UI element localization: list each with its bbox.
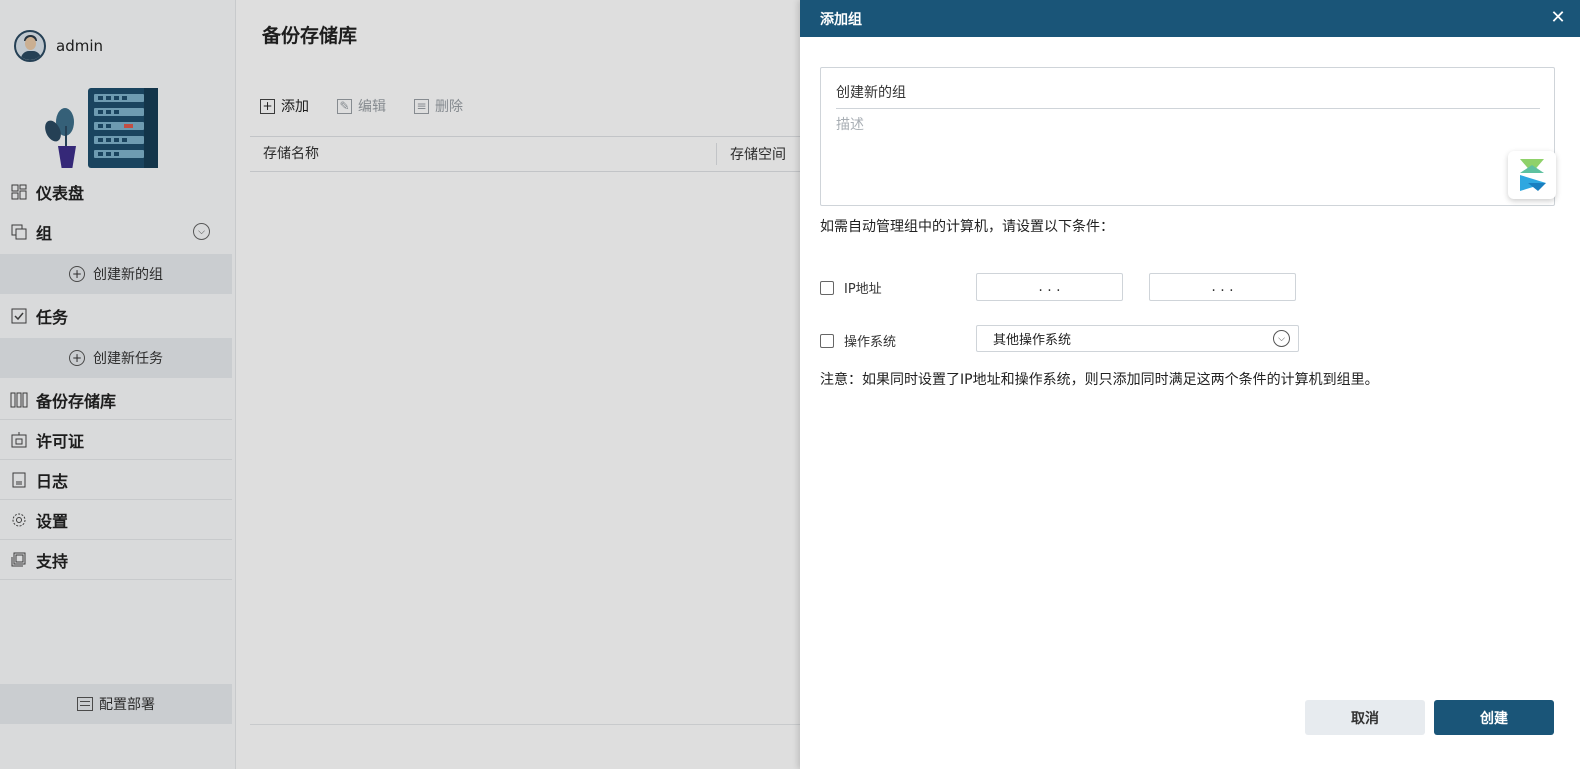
close-icon[interactable]: ✕ xyxy=(1548,8,1568,28)
description-input[interactable] xyxy=(836,114,1540,194)
ip-label: IP地址 xyxy=(844,282,882,297)
group-name-input[interactable] xyxy=(836,76,1540,109)
os-label: 操作系统 xyxy=(844,335,897,350)
ip-from-input[interactable]: . . . xyxy=(976,273,1123,301)
os-condition-row: 操作系统 xyxy=(820,331,977,350)
os-select[interactable]: 其他操作系统 ⌵ xyxy=(976,325,1299,352)
note-text: 注意：如果同时设置了IP地址和操作系统，则只添加同时满足这两个条件的计算机到组里… xyxy=(820,372,1379,388)
create-button[interactable]: 创建 xyxy=(1434,700,1554,735)
ip-to-input[interactable]: . . . xyxy=(1149,273,1296,301)
modal-backdrop[interactable] xyxy=(0,0,800,769)
chevron-down-icon: ⌵ xyxy=(1273,330,1290,347)
dialog-header: 添加组 ✕ xyxy=(800,0,1580,37)
ip-condition-row: IP地址 xyxy=(820,278,977,297)
dialog-title: 添加组 xyxy=(820,11,862,28)
os-selected-value: 其他操作系统 xyxy=(993,333,1072,348)
group-info-box xyxy=(820,67,1555,206)
cancel-button[interactable]: 取消 xyxy=(1305,700,1425,735)
os-checkbox[interactable] xyxy=(820,333,834,348)
add-group-dialog: 添加组 ✕ 如需自动管理组中的计算机，请设置以下条件： IP地址 . . . .… xyxy=(800,0,1580,769)
ip-checkbox[interactable] xyxy=(820,280,834,295)
app-logo-icon[interactable] xyxy=(1508,151,1556,199)
condition-instructions: 如需自动管理组中的计算机，请设置以下条件： xyxy=(820,219,1114,235)
